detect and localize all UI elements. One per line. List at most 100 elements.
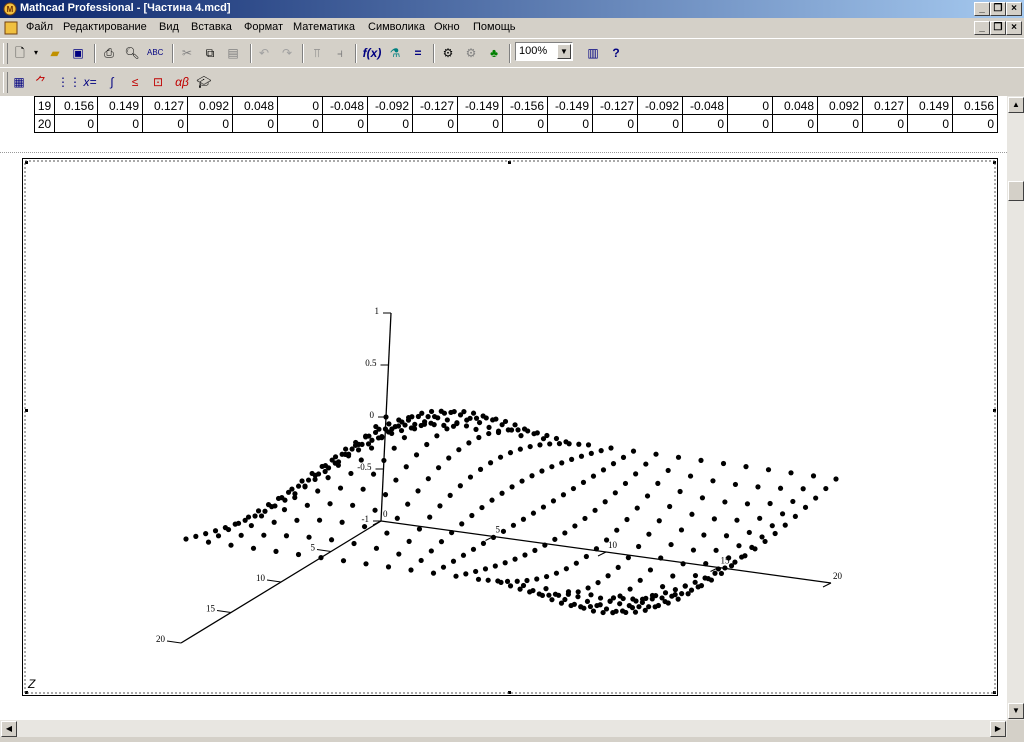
menu-insert[interactable]: Вставка: [191, 21, 232, 33]
matrix-cell[interactable]: 0: [142, 114, 188, 133]
undo-icon[interactable]: ↶: [256, 45, 272, 61]
calculus-icon[interactable]: ∫: [104, 74, 120, 90]
matrix-cell[interactable]: 0: [322, 114, 368, 133]
spell-check-icon[interactable]: ABC: [147, 45, 163, 61]
matrix-cell[interactable]: 0: [54, 114, 98, 133]
align-left-icon[interactable]: ⫞: [332, 45, 348, 61]
new-dropdown-icon[interactable]: ▾: [31, 45, 41, 61]
insert-unit-icon[interactable]: ⚗: [387, 45, 403, 61]
matrix-cell[interactable]: -0.149: [547, 96, 593, 115]
menu-math[interactable]: Математика: [293, 21, 355, 33]
matrix-cell[interactable]: 0: [727, 96, 773, 115]
scroll-down-icon[interactable]: ▼: [1008, 703, 1024, 719]
matrix-cell[interactable]: 0.149: [97, 96, 143, 115]
menu-symbolics[interactable]: Символика: [368, 21, 425, 33]
matrix-cell[interactable]: 0: [547, 114, 593, 133]
menu-format[interactable]: Формат: [244, 21, 283, 33]
surface-plot[interactable]: 1 0.5 0 -0.5 -1 0 5 10 15 20 5 10 15 20: [22, 158, 998, 696]
vertical-scroll-thumb[interactable]: [1008, 181, 1024, 201]
matrix-cell[interactable]: 0.149: [907, 96, 953, 115]
matrix-cell[interactable]: 0: [187, 114, 233, 133]
open-folder-icon[interactable]: ▰: [47, 45, 63, 61]
menu-edit[interactable]: Редактирование: [63, 21, 147, 33]
symbolic-icon[interactable]: 🎓︎: [196, 74, 212, 90]
zoom-select[interactable]: 100% ▼: [515, 42, 573, 61]
mathcad-app-icon[interactable]: M: [3, 2, 17, 16]
run-icon[interactable]: ⚙: [463, 45, 479, 61]
matrix-cell[interactable]: 0: [682, 114, 728, 133]
matrix-icon[interactable]: ⋮⋮: [57, 74, 81, 90]
chevron-down-icon[interactable]: ▼: [557, 44, 571, 59]
new-document-icon[interactable]: 🗋: [12, 45, 28, 61]
matrix-cell[interactable]: -0.048: [322, 96, 368, 115]
resource-icon[interactable]: ♣: [486, 45, 502, 61]
graph-icon[interactable]: ⺈: [33, 74, 49, 90]
calculator-icon[interactable]: ▦: [11, 74, 27, 90]
minimize-button[interactable]: _: [974, 2, 990, 16]
insert-function-icon[interactable]: f(x): [362, 45, 382, 61]
maximize-button[interactable]: ❐: [990, 2, 1006, 16]
matrix-cell[interactable]: -0.092: [367, 96, 413, 115]
matrix-cell[interactable]: -0.092: [637, 96, 683, 115]
matrix-cell[interactable]: -0.048: [682, 96, 728, 115]
matrix-cell[interactable]: 0: [277, 96, 323, 115]
vertical-scrollbar[interactable]: ▲ ▼: [1007, 96, 1024, 720]
menu-view[interactable]: Вид: [159, 21, 179, 33]
matrix-cell[interactable]: 0: [367, 114, 413, 133]
calculate-icon[interactable]: =: [410, 45, 426, 61]
doc-close-button[interactable]: ×: [1006, 21, 1022, 35]
evaluation-icon[interactable]: x=: [80, 74, 100, 90]
matrix-cell[interactable]: 0: [457, 114, 503, 133]
cut-icon[interactable]: ✂: [179, 45, 195, 61]
matrix-cell[interactable]: 0: [907, 114, 953, 133]
matrix-cell[interactable]: 0: [772, 114, 818, 133]
scroll-left-icon[interactable]: ◀: [1, 721, 17, 737]
toolbar-grip[interactable]: [3, 43, 8, 64]
matrix-cell[interactable]: 0.127: [862, 96, 908, 115]
matrix-cell[interactable]: 0: [862, 114, 908, 133]
paste-icon[interactable]: ▤: [225, 45, 241, 61]
matrix-cell[interactable]: 0.156: [952, 96, 998, 115]
matrix-cell[interactable]: 0.048: [232, 96, 278, 115]
matrix-cell[interactable]: 0: [952, 114, 998, 133]
save-icon[interactable]: ▣: [70, 45, 86, 61]
align-top-icon[interactable]: ⫪: [309, 45, 325, 61]
matrix-cell[interactable]: -0.149: [457, 96, 503, 115]
programming-icon[interactable]: ⊡: [150, 74, 166, 90]
print-icon[interactable]: ⎙: [101, 45, 117, 61]
document-icon[interactable]: [4, 21, 18, 35]
matrix-cell[interactable]: 0: [817, 114, 863, 133]
menu-help[interactable]: Помощь: [473, 21, 516, 33]
matrix-cell[interactable]: 0.092: [187, 96, 233, 115]
matrix-cell[interactable]: 0: [97, 114, 143, 133]
resource-center-icon[interactable]: ▥: [585, 45, 601, 61]
matrix-cell[interactable]: 0.156: [54, 96, 98, 115]
horizontal-scrollbar[interactable]: ◀ ▶: [0, 720, 1007, 737]
scroll-right-icon[interactable]: ▶: [990, 721, 1006, 737]
matrix-cell[interactable]: 0.048: [772, 96, 818, 115]
scroll-up-icon[interactable]: ▲: [1008, 97, 1024, 113]
matrix-cell[interactable]: -0.127: [592, 96, 638, 115]
matrix-cell[interactable]: 0: [592, 114, 638, 133]
menu-window[interactable]: Окно: [434, 21, 460, 33]
matrix-cell[interactable]: -0.127: [412, 96, 458, 115]
matrix-cell[interactable]: 0: [727, 114, 773, 133]
matrix-cell[interactable]: 0: [502, 114, 548, 133]
matrix-cell[interactable]: 0: [232, 114, 278, 133]
boolean-icon[interactable]: ≤: [127, 74, 143, 90]
toolbar-grip[interactable]: [3, 72, 8, 93]
menu-file[interactable]: Файл: [26, 21, 53, 33]
worksheet[interactable]: 19 0.156 0.149 0.127 0.092 0.048 0 -0.048 -0.092…: [0, 96, 1007, 720]
help-icon[interactable]: ?: [608, 45, 624, 61]
greek-icon[interactable]: αβ: [172, 74, 192, 90]
matrix-cell[interactable]: 0.092: [817, 96, 863, 115]
component-icon[interactable]: ⚙: [440, 45, 456, 61]
doc-minimize-button[interactable]: _: [974, 21, 990, 35]
matrix-cell[interactable]: 0: [412, 114, 458, 133]
matrix-cell[interactable]: 0: [637, 114, 683, 133]
matrix-cell[interactable]: 0: [277, 114, 323, 133]
matrix-cell[interactable]: 0.127: [142, 96, 188, 115]
doc-restore-button[interactable]: ❐: [990, 21, 1006, 35]
print-preview-icon[interactable]: 🔍︎: [124, 45, 140, 61]
redo-icon[interactable]: ↷: [279, 45, 295, 61]
